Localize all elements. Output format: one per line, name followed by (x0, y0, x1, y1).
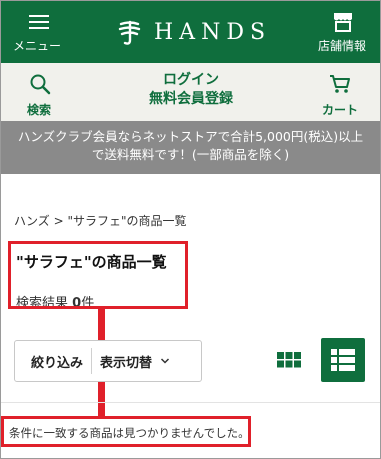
divider (91, 348, 93, 374)
sub-header: 検索 ログイン 無料会員登録 カート (1, 63, 380, 122)
no-results-message: 条件に一致する商品は見つかりませんでした。 (1, 416, 251, 447)
section-divider (1, 402, 380, 403)
menu-button[interactable]: メニュー (5, 9, 69, 57)
menu-label: メニュー (12, 39, 61, 53)
chevron-down-icon (161, 358, 170, 364)
list-view-icon (331, 349, 355, 371)
search-icon (30, 74, 51, 95)
shipping-banner: ハンズクラブ会員ならネットストアで合計5,000円(税込)以上 で送料無料です！… (1, 121, 380, 174)
register-text: 無料会員登録 (149, 91, 233, 107)
annotation-box-title (8, 241, 188, 309)
cart-label: カート (321, 103, 358, 117)
breadcrumb[interactable]: ハンズ > "サラフェ"の商品一覧 (14, 212, 186, 229)
hamburger-icon (29, 15, 49, 29)
logo-text: HANDS (154, 19, 272, 45)
list-view-button[interactable] (321, 338, 365, 382)
search-label: 検索 (26, 103, 51, 117)
banner-line-1: ハンズクラブ会員ならネットストアで合計5,000円(税込)以上 (17, 129, 364, 144)
display-toggle-button[interactable]: 表示切替 (100, 352, 152, 371)
banner-line-2: で送料無料です！(一部商品を除く) (91, 147, 290, 162)
top-header: メニュー HANDS 店舗情報 (1, 1, 380, 63)
login-link[interactable]: ログイン 無料会員登録 (121, 71, 261, 109)
grid-view-icon[interactable] (275, 348, 303, 376)
store-info-button[interactable]: 店舗情報 (310, 9, 374, 57)
hand-logo-icon (118, 20, 141, 45)
filter-button[interactable]: 絞り込み (15, 352, 83, 371)
search-button[interactable]: 検索 (17, 71, 61, 117)
cart-icon (330, 75, 350, 93)
store-icon (334, 13, 352, 32)
cart-button[interactable]: カート (316, 71, 364, 117)
login-text: ログイン (163, 72, 219, 88)
hands-logo[interactable]: HANDS (116, 15, 271, 49)
filter-display-control[interactable]: 絞り込み 表示切替 (14, 340, 202, 382)
store-label: 店舗情報 (317, 39, 366, 53)
